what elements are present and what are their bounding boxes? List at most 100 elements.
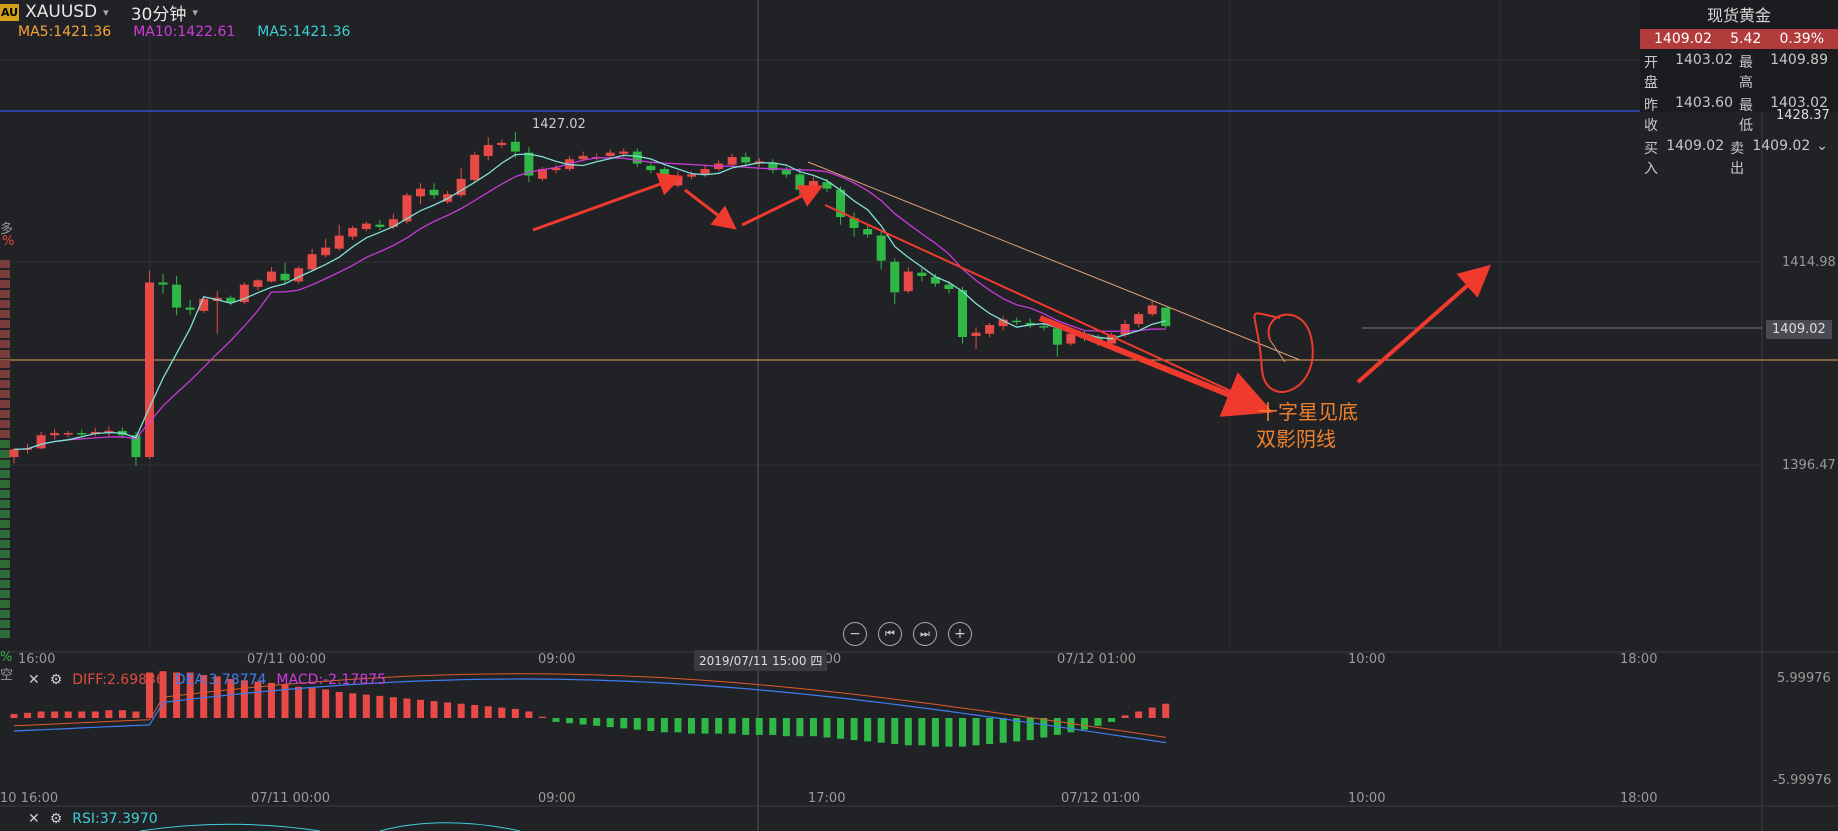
macd-bar	[335, 692, 343, 718]
candle-body	[863, 229, 873, 235]
candle-body	[727, 157, 737, 165]
strength-bar-cell	[0, 360, 10, 368]
time-axis-label: 16:00	[18, 652, 56, 667]
candle-body	[795, 174, 805, 190]
current-price-tag: 1409.02	[1766, 320, 1832, 339]
macd-bar	[1121, 715, 1129, 718]
quote-change: 5.42	[1730, 31, 1762, 47]
price-axis-label: 1414.98	[1782, 255, 1836, 270]
quote-row-label: 最低	[1739, 98, 1753, 134]
zoom-out-button[interactable]: −	[843, 622, 867, 646]
candle-body	[77, 433, 87, 435]
gear-icon[interactable]: ⚙	[50, 672, 63, 688]
trend-arrow	[741, 185, 824, 227]
macd-time-label: 07/12 01:00	[1061, 791, 1141, 806]
candle-body	[510, 141, 520, 152]
candle-body	[185, 307, 195, 310]
candle-body	[158, 282, 168, 285]
strength-bar-cell	[0, 540, 10, 548]
ma-legend: MA5:1421.36 MA10:1422.61 MA5:1421.36	[18, 24, 350, 40]
scroll-end-button[interactable]: ⏭	[913, 622, 937, 646]
strength-bar-cell	[0, 310, 10, 318]
trend-arrow	[684, 188, 737, 230]
macd-bar	[376, 695, 384, 718]
quote-price: 1409.02	[1654, 31, 1712, 47]
trend-arrow	[1356, 264, 1492, 384]
candle-body	[890, 261, 900, 293]
annotation-double-shadow: 双影阴线	[1256, 427, 1336, 451]
candle-body	[253, 280, 263, 287]
candle-body	[971, 332, 981, 336]
candle-body	[985, 325, 995, 334]
gear-icon[interactable]: ⚙	[50, 811, 63, 827]
candle-body	[172, 284, 182, 308]
quote-row-value: 1409.89	[1770, 52, 1828, 68]
chevron-down-icon[interactable]: ▾	[103, 6, 109, 19]
candle-body	[36, 435, 46, 449]
macd-time-label: 07/11 00:00	[251, 791, 331, 806]
strength-bar-cell	[0, 620, 10, 628]
scroll-start-button[interactable]: ⏮	[878, 622, 902, 646]
candle-body	[903, 271, 913, 292]
chevron-down-icon[interactable]: ▾	[192, 6, 198, 19]
symbol-name[interactable]: XAUUSD	[25, 2, 97, 22]
strength-bar-cell	[0, 490, 10, 498]
candle-body	[1147, 305, 1157, 315]
strength-bar-cell	[0, 320, 10, 328]
macd-time-label: 10:00	[1348, 791, 1386, 806]
macd-bar	[552, 718, 560, 722]
candle-body	[1052, 328, 1062, 345]
quote-row-value: 1403.02	[1675, 52, 1733, 68]
quote-row-value: 1409.02	[1666, 138, 1725, 154]
strength-bar-cell	[0, 410, 10, 418]
strength-bar-cell	[0, 610, 10, 618]
macd-bar	[715, 718, 723, 734]
ma5-label: MA5:1421.36	[18, 24, 112, 40]
candle-body	[673, 175, 683, 186]
close-icon[interactable]: ✕	[28, 672, 40, 688]
macd-bar	[1108, 718, 1116, 722]
macd-bar	[782, 718, 790, 737]
macd-bar	[118, 710, 126, 718]
candle-body	[483, 145, 493, 156]
candle-body	[687, 174, 696, 177]
candle-body	[578, 155, 588, 160]
macd-bar	[620, 718, 628, 729]
macd-bar	[972, 718, 980, 746]
macd-bar	[471, 705, 479, 718]
strength-bar-cell	[0, 260, 10, 268]
macd-header: ✕ ⚙ DIFF:2.69836 DEA:3.78774 MACD:-2.178…	[28, 672, 386, 688]
quote-row-label: 买入	[1644, 141, 1658, 177]
macd-bar	[850, 718, 858, 741]
candle-body	[1012, 320, 1022, 323]
macd-bar	[647, 718, 655, 731]
close-icon[interactable]: ✕	[28, 811, 40, 827]
macd-bar	[660, 718, 668, 733]
macd-bar	[823, 718, 831, 738]
macd-value-label: MACD:-2.17875	[276, 672, 387, 688]
macd-bar	[267, 682, 275, 718]
macd-bar	[105, 710, 113, 718]
macd-bar	[1026, 718, 1034, 741]
candle-body	[307, 254, 317, 270]
chevron-down-icon[interactable]: ⌄	[1816, 138, 1828, 178]
candlestick-chart[interactable]	[0, 0, 1838, 831]
macd-bar	[417, 699, 424, 718]
macd-time-label: 17:00	[808, 791, 846, 806]
macd-bar	[593, 718, 601, 726]
macd-bar	[349, 693, 357, 718]
macd-axis-bottom: -5.99976	[1773, 773, 1832, 788]
period-selector[interactable]: 30分钟	[131, 0, 187, 25]
macd-bar	[674, 718, 682, 733]
macd-bar	[91, 711, 99, 718]
time-axis-label: 07/11 00:00	[247, 652, 327, 667]
strength-bar-cell	[0, 460, 10, 468]
candle-body	[375, 224, 385, 227]
zoom-in-button[interactable]: +	[948, 622, 972, 646]
candle-body	[9, 449, 19, 458]
macd-bar	[1162, 703, 1170, 718]
time-axis-label: 18:00	[1620, 652, 1658, 667]
macd-bar	[362, 694, 370, 718]
macd-bar	[633, 718, 641, 730]
macd-bar	[918, 718, 926, 746]
